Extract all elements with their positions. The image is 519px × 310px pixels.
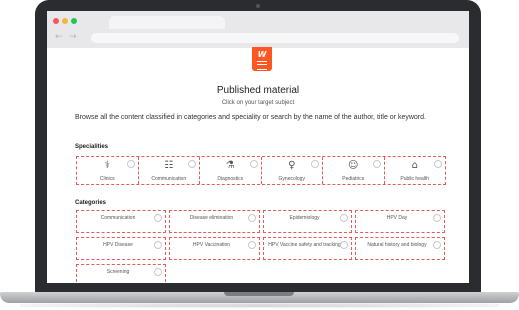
site-logo[interactable]: W <box>252 47 272 71</box>
speciality-label: Clinics <box>99 176 115 182</box>
intro-text: Browse all the content classified in cat… <box>75 114 426 121</box>
category-natural-history[interactable]: Natural history and biology <box>355 237 445 260</box>
category-radio[interactable] <box>340 241 348 249</box>
category-screening[interactable]: Screening <box>76 264 166 283</box>
speciality-radio[interactable] <box>249 160 258 168</box>
category-label: HPV Vaccination <box>192 242 231 248</box>
category-label: HPV Disease <box>103 242 133 248</box>
category-label: Epidemiology <box>289 215 320 221</box>
speciality-radio[interactable] <box>311 160 319 168</box>
category-radio[interactable] <box>154 268 162 276</box>
speciality-clinics[interactable]: ⚕ Clinics <box>77 157 139 184</box>
browser-tab[interactable] <box>109 16 225 29</box>
category-radio[interactable] <box>433 214 441 222</box>
category-label: HPV Vaccine safety and tracking <box>268 242 341 248</box>
logo-letter: W <box>257 50 267 59</box>
speciality-radio[interactable] <box>434 160 442 168</box>
category-radio[interactable] <box>433 241 441 249</box>
speciality-radio[interactable] <box>188 160 196 168</box>
laptop-shadow <box>20 303 499 308</box>
category-radio[interactable] <box>154 241 162 249</box>
category-hpv-vaccine-safety[interactable]: HPV Vaccine safety and tracking <box>263 237 352 260</box>
page-subtitle: Click on your target subject <box>221 100 295 106</box>
category-label: Natural history and biology <box>367 242 427 248</box>
category-disease-elimination[interactable]: Disease elimination <box>169 210 260 233</box>
categories-heading: Categories <box>75 200 107 206</box>
close-window-icon[interactable] <box>53 18 59 24</box>
category-epidemiology[interactable]: Epidemiology <box>263 210 352 233</box>
category-hpv-vaccination[interactable]: HPV Vaccination <box>169 237 260 260</box>
speciality-label: Public health <box>400 176 430 182</box>
category-label: Communication <box>100 215 136 221</box>
speciality-gynecology[interactable]: ♀ Gynecology <box>262 157 323 184</box>
speciality-label: Communication <box>151 176 187 182</box>
category-radio[interactable] <box>248 241 256 249</box>
speciality-pediatrics[interactable]: ☺ Pediatrics <box>323 157 385 184</box>
category-label: HPV Day <box>386 215 408 221</box>
forward-arrow-icon[interactable]: → <box>69 33 77 42</box>
category-label: Disease elimination <box>189 215 234 221</box>
minimize-window-icon[interactable] <box>62 18 68 24</box>
address-bar[interactable] <box>91 33 459 43</box>
maximize-window-icon[interactable] <box>71 18 77 24</box>
laptop-notch <box>224 292 294 296</box>
speciality-label: Gynecology <box>278 176 305 182</box>
category-communication[interactable]: Communication <box>76 210 166 233</box>
speciality-communication[interactable]: ☷ Communication <box>139 157 200 184</box>
category-hpv-day[interactable]: HPV Day <box>355 210 445 233</box>
category-radio[interactable] <box>154 214 162 222</box>
browser-chrome: ← → <box>47 11 469 48</box>
speciality-radio[interactable] <box>126 160 135 168</box>
speciality-label: Pediatrics <box>342 176 365 182</box>
category-hpv-disease[interactable]: HPV Disease <box>76 237 166 260</box>
back-arrow-icon[interactable]: ← <box>55 33 63 42</box>
menu-lines-icon <box>257 61 267 70</box>
laptop-screen: ← → W Published material Click on your t… <box>47 11 469 283</box>
speciality-diagnostics[interactable]: ⚗ Diagnostics <box>200 157 262 184</box>
specialities-heading: Specialities <box>75 144 109 150</box>
speciality-radio[interactable] <box>372 160 381 168</box>
category-label: Screening <box>106 269 130 275</box>
page-title: Published material <box>216 85 300 96</box>
speciality-public-health[interactable]: ⌂ Public health <box>385 157 446 184</box>
camera-icon <box>256 4 260 8</box>
category-radio[interactable] <box>248 214 256 222</box>
category-radio[interactable] <box>340 214 348 222</box>
speciality-label: Diagnostics <box>217 176 244 182</box>
specialities-row: ⚕ Clinics ☷ Communication ⚗ Diagnostics … <box>76 156 446 185</box>
